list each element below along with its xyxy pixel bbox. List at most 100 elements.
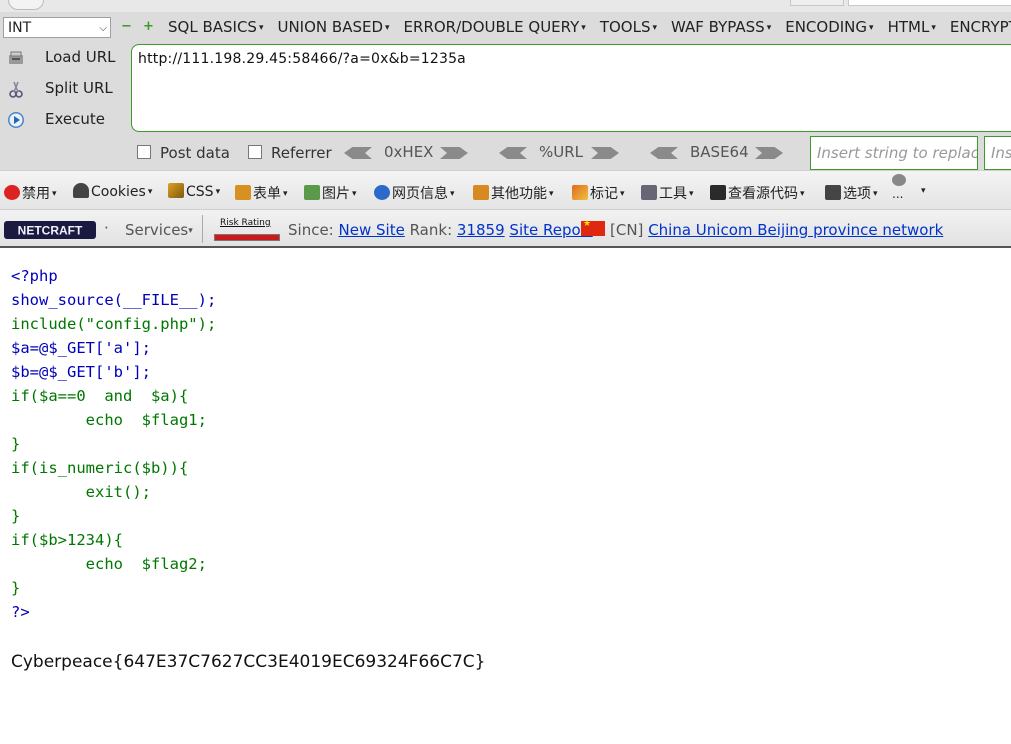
country-code: [CN] [610, 221, 644, 239]
code-line: if($a==0 and $a){ [11, 387, 189, 405]
menu-encrypt[interactable]: ENCRYPT [950, 18, 1011, 36]
load-url-icon [9, 51, 23, 64]
disable-menu[interactable]: 禁用 ▾ [4, 183, 57, 203]
split-url-label: Split URL [45, 79, 113, 97]
css-menu[interactable]: CSS ▾ [168, 183, 220, 200]
hex-label: 0xHEX [384, 143, 434, 161]
post-data-checkbox[interactable] [137, 145, 151, 159]
css-wand-icon [168, 183, 184, 198]
code-line: exit(); [11, 483, 151, 501]
outline-menu[interactable]: 标记 ▾ [572, 183, 625, 203]
netcraft-separator-dot: · [104, 219, 109, 237]
load-url-button[interactable]: Load URL [4, 46, 128, 70]
services-label: Services [125, 221, 189, 239]
tools-menu[interactable]: 工具 ▾ [641, 183, 694, 203]
tools-label: 工具 [659, 186, 687, 202]
more-tools-menu[interactable]: ... [892, 173, 908, 201]
chevron-down-icon: ▾ [52, 189, 57, 199]
hackbar-menu-list: SQL BASICS UNION BASED ERROR/DOUBLE QUERY T… [168, 18, 1011, 36]
view-source-menu[interactable]: 查看源代码 ▾ [710, 183, 805, 203]
more-tools-dropdown[interactable]: ▾ [919, 183, 926, 199]
menu-union-based[interactable]: UNION BASED [277, 18, 389, 36]
chevron-down-icon: ▾ [620, 189, 625, 199]
cookies-menu[interactable]: Cookies ▾ [73, 183, 152, 200]
url-textarea[interactable]: http://111.198.29.45:58466/?a=0x&b=1235a [131, 44, 1011, 132]
hackbar-panel: INT ⌵ − + SQL BASICS UNION BASED ERROR/DOU… [0, 0, 1011, 170]
options-icon [825, 185, 841, 200]
disable-label: 禁用 [22, 186, 50, 202]
url-encode-label: %URL [539, 143, 584, 161]
url-decode-arrow-icon[interactable] [499, 147, 527, 159]
code-line: $b=@$_GET['b']; [11, 363, 151, 381]
chevron-down-icon: ▾ [921, 186, 926, 196]
top-field-small [790, 0, 844, 6]
menu-encoding[interactable]: ENCODING [785, 18, 873, 36]
menu-tools[interactable]: TOOLS [600, 18, 657, 36]
chevron-down-icon: ▾ [689, 189, 694, 199]
hackbar-menubar: INT ⌵ − + SQL BASICS UNION BASED ERROR/DOU… [0, 14, 1011, 42]
risk-rating-meter[interactable]: Risk Rating [214, 218, 280, 242]
chevron-down-icon: ▾ [873, 189, 878, 199]
top-field [848, 0, 1011, 6]
top-strip [0, 0, 1011, 12]
execute-button[interactable]: Execute [4, 108, 128, 132]
code-line: if($b>1234){ [11, 531, 123, 549]
network-link[interactable]: China Unicom Beijing province network [648, 221, 943, 239]
china-flag-icon [581, 219, 605, 236]
hex-encode-arrow-icon[interactable] [440, 147, 468, 159]
menu-sql-basics[interactable]: SQL BASICS [168, 18, 263, 36]
menu-error-double-query[interactable]: ERROR/DOUBLE QUERY [404, 18, 586, 36]
base64-encode-arrow-icon[interactable] [755, 147, 783, 159]
outline-label: 标记 [590, 186, 618, 202]
options-menu[interactable]: 选项 ▾ [825, 183, 878, 203]
pencil-icon [572, 185, 588, 200]
chevron-down-icon: ▾ [800, 189, 805, 199]
plus-icon[interactable]: + [143, 20, 154, 34]
chevron-down-icon: ▾ [450, 189, 455, 199]
netcraft-logo-text: NETCRAFT [18, 224, 83, 238]
page-info-menu[interactable]: 网页信息 ▾ [374, 183, 455, 203]
forms-menu[interactable]: 表单 ▾ [235, 183, 288, 203]
code-line: } [11, 579, 21, 597]
options-label: 选项 [843, 186, 871, 202]
since-label: Since: [288, 221, 334, 239]
since-link[interactable]: New Site [339, 221, 405, 239]
services-menu[interactable]: Services▾ [125, 221, 193, 239]
risk-rating-bar [214, 234, 280, 241]
code-line: include("config.php"); [11, 315, 217, 333]
php-source-listing: <?php show_source(__FILE__); include("conf… [11, 264, 216, 624]
risk-rating-label: Risk Rating [220, 218, 271, 228]
code-line: echo $flag1; [11, 411, 207, 429]
split-url-button[interactable]: Split URL [4, 77, 128, 101]
minus-icon[interactable]: − [121, 20, 132, 34]
chevron-down-icon: ▾ [188, 226, 193, 236]
menu-waf-bypass[interactable]: WAF BYPASS [671, 18, 771, 36]
base64-decode-arrow-icon[interactable] [650, 147, 678, 159]
rank-link[interactable]: 31859 [457, 221, 505, 239]
type-select-value: INT [8, 20, 32, 36]
window-knob [8, 0, 44, 10]
more-tools-label: ... [892, 187, 904, 201]
misc-menu[interactable]: 其他功能 ▾ [473, 183, 554, 203]
flag-output: Cyberpeace{647E37C7627CC3E4019EC69324F66… [11, 652, 486, 672]
replacing-string-input[interactable]: Insert replacing string [984, 136, 1011, 170]
cookies-label: Cookies [91, 184, 146, 200]
menu-html[interactable]: HTML [888, 18, 936, 36]
play-icon [8, 112, 24, 128]
toolbar-divider [202, 215, 203, 243]
replace-string-input[interactable]: Insert string to replace [810, 136, 978, 170]
hex-decode-arrow-icon[interactable] [344, 147, 372, 159]
page-info-label: 网页信息 [392, 186, 448, 202]
hackbar-options-row: Post data Referrer 0xHEX %URL BASE64 Ins… [0, 134, 1011, 170]
netcraft-logo[interactable]: NETCRAFT [4, 221, 96, 239]
url-text: http://111.198.29.45:58466/?a=0x&b=1235a [138, 51, 466, 67]
execute-label: Execute [45, 110, 105, 128]
type-select[interactable]: INT ⌵ [3, 17, 111, 38]
code-line: $a=@$_GET['a']; [11, 339, 151, 357]
images-menu[interactable]: 图片 ▾ [304, 183, 357, 203]
code-line: show_source(__FILE__); [11, 291, 217, 309]
disable-icon [4, 185, 20, 200]
referrer-checkbox[interactable] [248, 145, 262, 159]
info-icon [374, 185, 390, 200]
url-encode-arrow-icon[interactable] [591, 147, 619, 159]
